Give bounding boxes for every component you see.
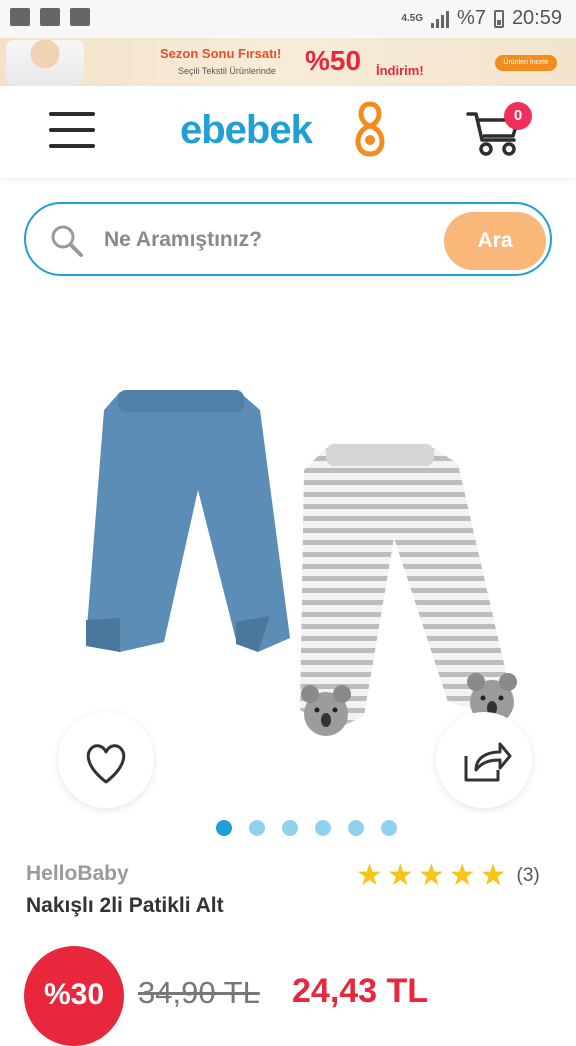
battery-percent: %7: [457, 7, 486, 29]
star-icon: ★: [417, 859, 445, 892]
cart-count-badge: 0: [504, 102, 532, 130]
product-rating[interactable]: ★ ★ ★ ★ ★ (3): [356, 859, 540, 892]
clock: 20:59: [511, 7, 562, 29]
gallery-dot[interactable]: [249, 820, 265, 836]
favorite-button[interactable]: [58, 712, 154, 808]
gallery-dot[interactable]: [381, 820, 397, 836]
old-price: 34,90 TL: [138, 975, 260, 1010]
share-button[interactable]: [436, 712, 532, 808]
star-icon: ★: [386, 859, 414, 892]
battery-icon: [493, 9, 504, 28]
heart-icon: [86, 744, 126, 784]
hamburger-menu-icon[interactable]: [49, 110, 95, 150]
logo-text: ebebek: [180, 108, 313, 152]
notification-icons: [10, 8, 90, 26]
folder-notification-icon: [70, 8, 90, 26]
gallery-dot[interactable]: [216, 820, 232, 836]
promo-subtitle: Seçili Tekstil Ürünlerinde: [178, 66, 276, 76]
promo-cta-button[interactable]: Ürünleri İncele: [495, 55, 557, 71]
signal-icon: [431, 10, 450, 28]
logo-mark-icon: [355, 101, 385, 157]
gallery-dot[interactable]: [282, 820, 298, 836]
image-notification-icon: [10, 8, 30, 26]
status-indicators: 4.5G %7 20:59: [401, 7, 562, 30]
promo-percent: %50: [305, 45, 362, 76]
review-count: (3): [516, 865, 540, 886]
search-bar: Ara: [24, 202, 552, 276]
share-icon: [464, 742, 512, 782]
gallery-dot[interactable]: [315, 820, 331, 836]
star-icon: ★: [356, 859, 383, 892]
promo-banner[interactable]: Sezon Sonu Fırsatı! Seçili Tekstil Ürünl…: [0, 38, 576, 86]
gallery-dot[interactable]: [348, 820, 364, 836]
search-icon: [51, 225, 83, 257]
discount-badge: %30: [24, 946, 124, 1046]
product-name: Nakışlı 2li Patikli Alt: [26, 894, 224, 917]
message-notification-icon: [40, 8, 60, 26]
logo[interactable]: ebebek: [180, 100, 400, 160]
promo-title: Sezon Sonu Fırsatı!: [160, 46, 282, 61]
app-header: ebebek: [0, 86, 576, 178]
search-button[interactable]: Ara: [444, 212, 546, 270]
product-brand[interactable]: HelloBaby: [26, 862, 129, 886]
current-price: 24,43 TL: [292, 972, 429, 1010]
network-type: 4.5G: [401, 12, 424, 24]
star-icon: ★: [448, 859, 476, 892]
star-icon: ★: [479, 859, 507, 892]
promo-discount-word: İndirim!: [376, 63, 424, 78]
promo-child-image: [6, 40, 84, 86]
search-input[interactable]: [102, 216, 436, 264]
status-bar: 4.5G %7 20:59: [0, 0, 576, 38]
gallery-pagination: [216, 820, 397, 836]
